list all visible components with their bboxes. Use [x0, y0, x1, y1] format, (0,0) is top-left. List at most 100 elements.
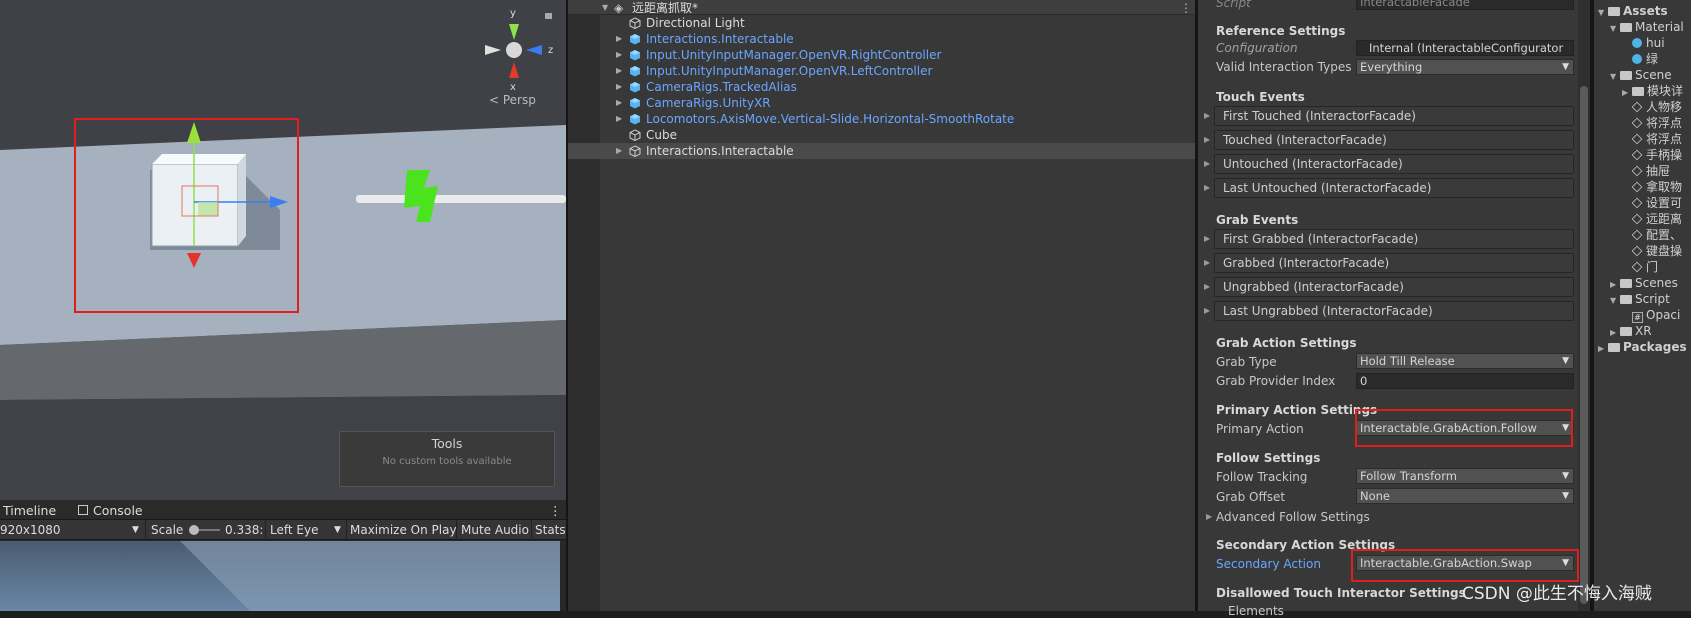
chevron-right-icon[interactable]: ▶: [1598, 341, 1608, 357]
project-item[interactable]: 键盘操: [1622, 243, 1682, 259]
scale-slider-handle[interactable]: [189, 525, 199, 535]
elements-foldout[interactable]: Elements: [1228, 604, 1284, 618]
project-item[interactable]: ▶ 模块详: [1622, 83, 1683, 99]
chevron-right-icon[interactable]: ▶: [616, 63, 622, 79]
project-item[interactable]: 抽屉: [1622, 163, 1670, 179]
chevron-right-icon[interactable]: ▶: [1204, 111, 1210, 120]
hierarchy-item[interactable]: Cube: [568, 127, 1195, 143]
hierarchy-item[interactable]: Directional Light: [568, 15, 1195, 31]
project-item[interactable]: 远距离: [1622, 211, 1682, 227]
scene-view[interactable]: y z x < Persp Tools No custom tools avai…: [0, 0, 566, 500]
chevron-right-icon[interactable]: ▶: [1204, 159, 1210, 168]
project-item[interactable]: 设置可: [1622, 195, 1682, 211]
project-item[interactable]: 人物移: [1622, 99, 1682, 115]
chevron-right-icon[interactable]: ▶: [1204, 183, 1210, 192]
event-foldout[interactable]: First Touched (InteractorFacade): [1214, 106, 1574, 126]
advanced-follow-foldout[interactable]: Advanced Follow Settings: [1216, 510, 1370, 524]
unity-scene-icon: [1631, 117, 1643, 129]
scrollbar-thumb[interactable]: [1580, 86, 1588, 604]
chevron-right-icon[interactable]: ▶: [616, 111, 622, 127]
chevron-right-icon[interactable]: ▶: [1204, 234, 1210, 243]
project-item[interactable]: ▼ Assets: [1598, 3, 1668, 19]
hierarchy-item[interactable]: ▶ Interactions.Interactable: [568, 143, 1195, 159]
csharp-script-icon: #: [1632, 312, 1643, 323]
inspector-scrollbar[interactable]: [1578, 0, 1590, 611]
more-menu-icon[interactable]: ⋮: [549, 503, 562, 518]
chevron-right-icon[interactable]: ▶: [616, 95, 622, 111]
project-item[interactable]: 手柄操: [1622, 147, 1682, 163]
project-item[interactable]: ▼ Material: [1610, 19, 1684, 35]
event-foldout[interactable]: Grabbed (InteractorFacade): [1214, 253, 1574, 273]
tab-console[interactable]: Console: [93, 503, 143, 518]
project-item[interactable]: ▶ Packages: [1598, 339, 1687, 355]
configuration-field[interactable]: Internal (InteractableConfigurator: [1356, 40, 1574, 56]
project-item[interactable]: 拿取物: [1622, 179, 1682, 195]
project-item[interactable]: 将浮点: [1622, 131, 1682, 147]
console-icon: [78, 505, 88, 515]
stats-toggle[interactable]: Stats: [535, 523, 566, 537]
chevron-down-icon[interactable]: ▼: [1610, 21, 1620, 37]
grab-action-settings-header: Grab Action Settings: [1216, 336, 1357, 350]
project-item[interactable]: 门: [1622, 259, 1658, 275]
grab-offset-dropdown[interactable]: None ▼: [1356, 488, 1574, 504]
hierarchy-item[interactable]: ▶ Input.UnityInputManager.OpenVR.LeftCont…: [568, 63, 1195, 79]
gameobject-cube-icon: [630, 82, 640, 93]
project-item[interactable]: 绿: [1622, 51, 1658, 67]
hierarchy-item[interactable]: ▶ Input.UnityInputManager.OpenVR.RightCon…: [568, 47, 1195, 63]
tab-timeline[interactable]: Timeline: [3, 503, 56, 518]
chevron-right-icon[interactable]: ▶: [1204, 282, 1210, 291]
chevron-right-icon[interactable]: ▶: [616, 31, 622, 47]
chevron-down-icon[interactable]: ▼: [1610, 293, 1620, 309]
script-field[interactable]: InteractableFacade: [1356, 0, 1574, 10]
resolution-dropdown[interactable]: 920x1080: [0, 523, 61, 537]
more-menu-icon[interactable]: ⋮: [1180, 0, 1192, 16]
project-item-label: Opaci: [1646, 308, 1681, 322]
project-item[interactable]: ▼ Scene: [1610, 67, 1672, 83]
chevron-right-icon[interactable]: ▶: [1204, 306, 1210, 315]
project-item[interactable]: hui: [1622, 35, 1665, 51]
folder-icon: [1620, 71, 1632, 80]
chevron-right-icon[interactable]: ▶: [1206, 512, 1212, 521]
grab-type-dropdown[interactable]: Hold Till Release ▼: [1356, 353, 1574, 369]
event-foldout[interactable]: Last Untouched (InteractorFacade): [1214, 178, 1574, 198]
hierarchy-item[interactable]: ▶ Locomotors.AxisMove.Vertical-Slide.Hori…: [568, 111, 1195, 127]
hierarchy-item[interactable]: ▶ Interactions.Interactable: [568, 31, 1195, 47]
chevron-right-icon[interactable]: ▶: [616, 79, 622, 95]
hierarchy-item-label: Directional Light: [646, 16, 745, 30]
project-item[interactable]: 将浮点: [1622, 115, 1682, 131]
project-item-label: hui: [1646, 36, 1665, 50]
chevron-down-icon[interactable]: ▼: [602, 0, 608, 16]
eye-dropdown[interactable]: Left Eye: [270, 523, 318, 537]
chevron-right-icon[interactable]: ▶: [1204, 135, 1210, 144]
hierarchy-item[interactable]: ▶ CameraRigs.TrackedAlias: [568, 79, 1195, 95]
event-foldout[interactable]: Untouched (InteractorFacade): [1214, 154, 1574, 174]
event-foldout[interactable]: Ungrabbed (InteractorFacade): [1214, 277, 1574, 297]
event-foldout[interactable]: Last Ungrabbed (InteractorFacade): [1214, 301, 1574, 321]
hierarchy-item-label: Cube: [646, 128, 677, 142]
project-item-label: 键盘操: [1646, 244, 1683, 258]
grab-provider-input[interactable]: 0: [1356, 373, 1574, 389]
valid-types-dropdown[interactable]: Everything ▼: [1356, 59, 1574, 75]
mute-audio-toggle[interactable]: Mute Audio: [461, 523, 529, 537]
follow-tracking-dropdown[interactable]: Follow Transform ▼: [1356, 468, 1574, 484]
project-item-label: Material: [1635, 20, 1684, 34]
project-item[interactable]: ▼ Script: [1610, 291, 1670, 307]
maximize-on-play-toggle[interactable]: Maximize On Play: [350, 523, 457, 537]
event-foldout[interactable]: Touched (InteractorFacade): [1214, 130, 1574, 150]
game-view[interactable]: [0, 541, 560, 611]
game-panel: Timeline Console ⋮ 920x1080 ▼ Scale 0.33…: [0, 500, 566, 611]
hierarchy-item[interactable]: ▶ CameraRigs.UnityXR: [568, 95, 1195, 111]
project-item[interactable]: 配置、: [1622, 227, 1682, 243]
event-foldout[interactable]: First Grabbed (InteractorFacade): [1214, 229, 1574, 249]
hierarchy-scene-row[interactable]: ▼ ◈ 远距离抓取* ⋮: [568, 0, 1195, 15]
project-item[interactable]: # Opaci: [1622, 307, 1680, 323]
gizmo-y-label: y: [510, 8, 516, 19]
project-item[interactable]: ▶ Scenes: [1610, 275, 1678, 291]
chevron-right-icon[interactable]: ▶: [616, 47, 622, 63]
chevron-right-icon[interactable]: ▶: [1204, 258, 1210, 267]
chevron-down-icon[interactable]: ▼: [1610, 69, 1620, 85]
project-item[interactable]: ▶ XR: [1610, 323, 1652, 339]
chevron-down-icon[interactable]: ▼: [1598, 5, 1608, 21]
persp-toggle[interactable]: < Persp: [489, 93, 536, 107]
chevron-right-icon[interactable]: ▶: [616, 143, 622, 159]
